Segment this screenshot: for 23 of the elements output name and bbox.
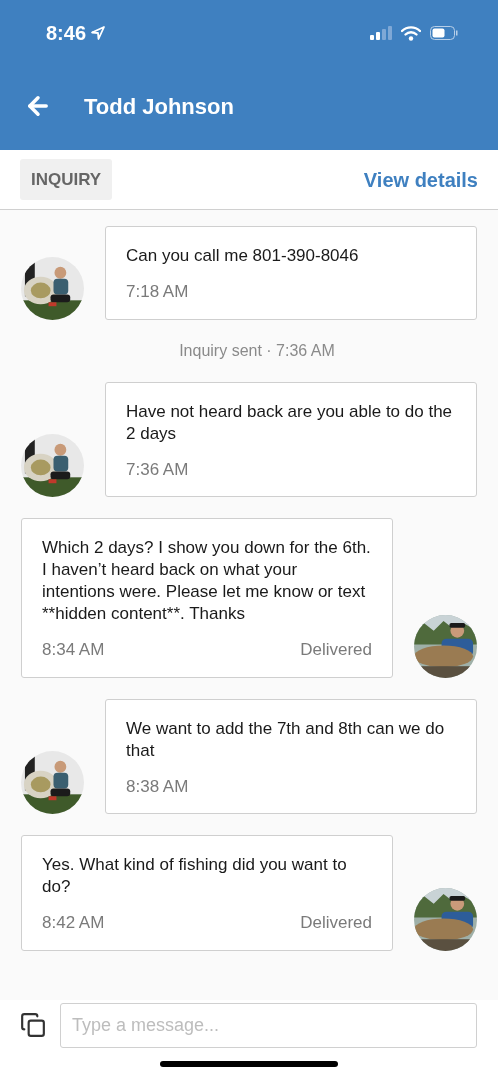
message-text: Can you call me 801-390-8046 [126,245,360,267]
signal-icon [370,26,392,40]
wifi-icon [401,25,421,41]
message-time: 7:36 AM [126,458,189,481]
delivery-status: Delivered [300,912,372,934]
message-input[interactable]: Type a message... [60,1002,477,1048]
message-time: 8:42 AM [42,912,105,934]
message-text: We want to add the 7th and 8th can we do that [126,717,446,762]
message-text: Yes. What kind of fishing did you want to do? [42,854,348,898]
message-time: 8:38 AM [126,775,189,798]
delivery-status: Delivered [300,639,372,661]
system-note: Inquiry sent · 7:36 AM [178,340,335,361]
message-time: 7:18 AM [126,281,189,303]
header-title: Todd Johnson [84,92,234,121]
message-text: Which 2 days? I show you down for the 6th. I haven’t heard back on what your intentions were. Please let me know or text **hidden content**. Thanks [42,537,372,625]
message-text: Have not heard back are you able to do the 2 days [126,400,454,445]
location-icon [90,25,107,41]
message-time: 8:34 AM [42,639,105,661]
clock: 8:46 [46,21,87,46]
inquiry-badge: INQUIRY [20,158,113,201]
battery-icon [430,26,458,40]
copy-icon[interactable] [20,1012,46,1038]
view-details-link[interactable]: View details [363,164,478,195]
